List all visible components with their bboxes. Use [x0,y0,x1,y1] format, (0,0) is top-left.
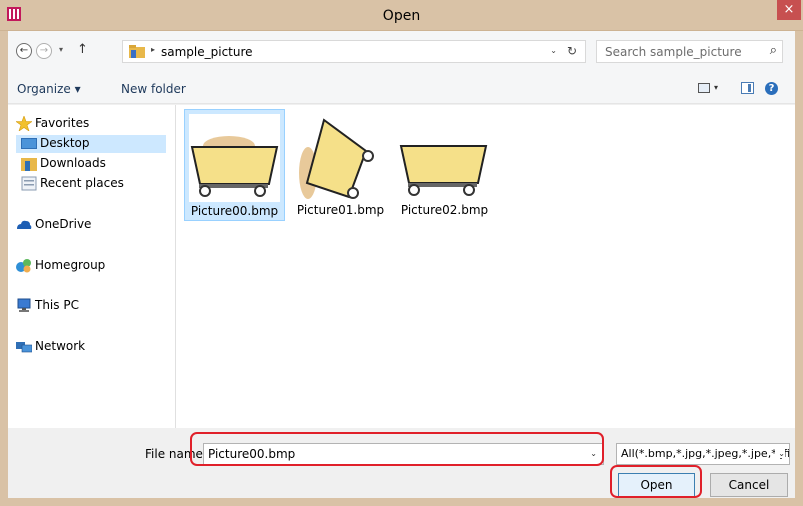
search-box[interactable]: Search sample_picture ⌕ [596,40,783,63]
cancel-button[interactable]: Cancel [710,473,788,497]
this-pc-icon [17,298,31,312]
nav-homegroup-label: Homegroup [35,258,106,272]
search-input[interactable]: Search sample_picture [605,45,742,59]
navigation-pane: Favorites Desktop Downloads Recent place… [8,105,175,428]
downloads-icon [21,158,37,171]
file-name-label: File name [145,447,203,461]
nav-favorites-label: Favorites [35,116,90,130]
file-item[interactable]: Picture01.bmp [290,109,391,221]
cart-thumbnail [399,145,488,196]
open-button[interactable]: Open [618,473,695,497]
organize-button[interactable]: Organize ▾ [17,82,81,96]
window-title: Open [382,8,421,24]
title-bar: Open × [0,0,803,31]
new-folder-button[interactable]: New folder [121,82,186,96]
search-icon[interactable]: ⌕ [770,43,777,58]
nav-favorites[interactable]: Favorites [16,115,166,133]
file-name-field[interactable]: Picture00.bmp ⌄ [203,443,604,465]
refresh-icon[interactable]: ↻ [567,44,577,58]
recent-places-icon [21,176,37,191]
onedrive-icon [17,220,32,229]
file-list: Picture00.bmp Picture01.bmp Picture02.bm… [176,105,795,428]
address-dropdown-icon[interactable]: ⌄ [550,46,557,55]
command-bar: Organize ▾ New folder ▾ ? [8,74,795,104]
nav-homegroup[interactable]: Homegroup [16,257,166,275]
forward-button[interactable]: → [36,43,52,59]
file-item[interactable]: Picture02.bmp [394,109,495,221]
preview-pane-icon[interactable] [741,82,754,94]
file-name-label: Picture01.bmp [296,203,385,217]
bottom-panel: File name Picture00.bmp ⌄ All(*.bmp,*.jp… [8,428,795,498]
file-type-filter[interactable]: All(*.bmp,*.jpg,*.jpeg,*.jpe,*.jfif ⌄ [616,443,790,465]
homegroup-icon [16,259,31,273]
nav-network-label: Network [35,339,86,353]
file-name-label: Picture00.bmp [190,204,279,218]
nav-recent-places-label: Recent places [40,176,124,190]
nav-downloads[interactable]: Downloads [21,155,166,173]
nav-onedrive-label: OneDrive [35,217,92,231]
desktop-icon [21,138,37,149]
recent-locations-button[interactable]: ▾ [59,45,63,54]
file-name-value[interactable]: Picture00.bmp [208,447,295,461]
close-button[interactable]: × [777,0,801,20]
folder-icon [129,45,145,58]
file-item[interactable]: Picture00.bmp [184,109,285,221]
nav-recent-places[interactable]: Recent places [21,175,166,193]
breadcrumb-sample-picture[interactable]: sample_picture [161,45,253,59]
address-bar[interactable]: ▸ sample_picture ⌄ ↻ [122,40,586,63]
star-icon [16,116,32,131]
nav-network[interactable]: Network [16,338,166,356]
change-view-icon[interactable] [698,83,710,93]
nav-this-pc[interactable]: This PC [16,297,166,315]
help-icon[interactable]: ? [765,82,778,95]
up-button[interactable]: ↑ [77,42,88,57]
back-button[interactable]: ← [16,43,32,59]
nav-desktop-label: Desktop [40,136,90,150]
view-dropdown-icon[interactable]: ▾ [714,83,718,92]
address-row: ← → ▾ ↑ ▸ sample_picture ⌄ ↻ Search samp… [8,31,795,74]
network-icon [16,342,32,353]
nav-downloads-label: Downloads [40,156,106,170]
file-name-label: Picture02.bmp [400,203,489,217]
tilted-cart-thumbnail [299,118,374,199]
breadcrumb-separator-icon: ▸ [151,45,156,54]
nav-onedrive[interactable]: OneDrive [16,216,166,234]
file-type-value: All(*.bmp,*.jpg,*.jpeg,*.jpe,*.jfif [621,447,790,460]
file-type-dropdown-icon[interactable]: ⌄ [775,449,785,458]
nav-desktop[interactable]: Desktop [16,135,166,153]
cart-thumbnail [189,114,280,202]
file-name-dropdown-icon[interactable]: ⌄ [590,449,597,458]
nav-this-pc-label: This PC [35,298,79,312]
